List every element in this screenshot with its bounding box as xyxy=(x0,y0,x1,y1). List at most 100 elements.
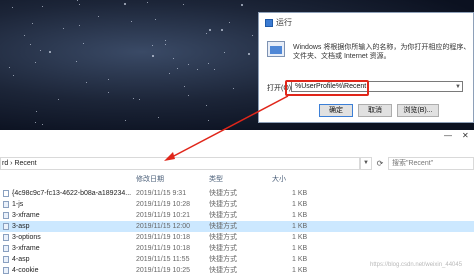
file-name: 1-js xyxy=(12,201,24,208)
star-decoration xyxy=(124,3,126,5)
file-name: 3-asp xyxy=(12,223,30,230)
star-decoration xyxy=(86,82,87,83)
column-size[interactable]: 大小 xyxy=(272,174,286,184)
file-type: 快捷方式 xyxy=(209,212,237,219)
file-date: 2019/11/19 10:25 xyxy=(136,267,190,274)
table-row[interactable]: 3-options 2019/11/19 10:18 快捷方式 1 KB xyxy=(0,232,474,243)
table-row[interactable]: 1-js 2019/11/19 10:28 快捷方式 1 KB xyxy=(0,199,474,210)
run-description-line1: Windows 将根据你所输入的名称，为你打开相应的程序、 xyxy=(293,44,471,51)
file-date: 2019/11/15 9:31 xyxy=(136,190,187,197)
shortcut-icon xyxy=(3,201,9,208)
table-row[interactable]: 3-xframe 2019/11/19 10:21 快捷方式 1 KB xyxy=(0,210,474,221)
file-type: 快捷方式 xyxy=(209,223,237,230)
file-date: 2019/11/15 12:00 xyxy=(136,223,190,230)
shortcut-icon xyxy=(3,212,9,219)
file-date: 2019/11/19 10:21 xyxy=(136,212,190,219)
star-decoration xyxy=(241,4,243,6)
star-decoration xyxy=(133,98,134,99)
star-decoration xyxy=(35,122,36,123)
file-date: 2019/11/19 10:28 xyxy=(136,201,190,208)
star-decoration xyxy=(252,35,253,36)
shortcut-icon xyxy=(3,256,9,263)
star-decoration xyxy=(152,45,153,46)
table-row[interactable]: {4c98c9c7-fc13-4622-b08a-a189234... 2019… xyxy=(0,188,474,199)
table-row[interactable]: 3-xframe 2019/11/19 10:18 快捷方式 1 KB xyxy=(0,243,474,254)
ok-button[interactable]: 确定 xyxy=(319,104,353,117)
star-decoration xyxy=(206,33,207,34)
star-decoration xyxy=(233,88,234,89)
file-type: 快捷方式 xyxy=(209,190,237,197)
star-decoration xyxy=(165,40,166,41)
star-decoration xyxy=(169,73,170,74)
table-row-selected[interactable]: 3-asp 2019/11/15 12:00 快捷方式 1 KB xyxy=(0,221,474,232)
file-name: 3-options xyxy=(12,234,41,241)
refresh-icon[interactable]: ⟳ xyxy=(374,157,386,170)
column-date[interactable]: 修改日期 xyxy=(136,174,164,184)
star-decoration xyxy=(9,67,10,68)
minimize-icon[interactable]: — xyxy=(444,131,452,140)
star-decoration xyxy=(188,95,189,96)
star-decoration xyxy=(24,35,25,36)
file-type: 快捷方式 xyxy=(209,245,237,252)
chevron-down-icon[interactable]: ▼ xyxy=(455,83,461,92)
file-size: 1 KB xyxy=(292,245,308,252)
address-bar[interactable]: rd › Recent xyxy=(0,157,360,170)
star-decoration xyxy=(165,44,166,45)
star-decoration xyxy=(108,92,109,93)
run-app-icon xyxy=(265,18,273,27)
star-decoration xyxy=(98,16,99,17)
run-description: Windows 将根据你所输入的名称，为你打开相应的程序、 文件夹、文档或 In… xyxy=(293,43,471,61)
star-decoration xyxy=(83,43,84,44)
file-name: 4-cookie xyxy=(12,267,39,274)
file-explorer-window: — ✕ rd › Recent ▼ ⟳ 搜索"Recent" 修改日期 类型 大… xyxy=(0,130,474,277)
cancel-button[interactable]: 取消 xyxy=(358,104,392,117)
star-decoration xyxy=(208,120,209,121)
star-decoration xyxy=(224,52,225,53)
close-icon[interactable]: ✕ xyxy=(462,131,469,140)
star-decoration xyxy=(12,7,13,8)
shortcut-icon xyxy=(3,267,9,274)
star-decoration xyxy=(155,19,156,20)
run-title-text: 运行 xyxy=(276,18,292,27)
file-name: 4-asp xyxy=(12,256,30,263)
star-decoration xyxy=(206,105,207,106)
chevron-down-icon[interactable]: ▼ xyxy=(360,157,372,170)
search-input[interactable]: 搜索"Recent" xyxy=(388,157,474,170)
file-size: 1 KB xyxy=(292,256,308,263)
run-description-line2: 文件夹、文档或 Internet 资源。 xyxy=(293,53,391,60)
browse-button[interactable]: 浏览(B)... xyxy=(397,104,439,117)
file-type: 快捷方式 xyxy=(209,201,237,208)
explorer-titlebar: — ✕ xyxy=(0,130,474,142)
star-decoration xyxy=(76,61,77,62)
star-decoration xyxy=(13,75,14,76)
file-icon xyxy=(3,190,9,197)
star-decoration xyxy=(58,99,59,100)
file-size: 1 KB xyxy=(292,267,308,274)
file-size: 1 KB xyxy=(292,223,308,230)
star-decoration xyxy=(139,99,140,100)
star-decoration xyxy=(209,29,211,31)
file-name: 3-xframe xyxy=(12,212,40,219)
star-decoration xyxy=(158,117,159,118)
file-type: 快捷方式 xyxy=(209,267,237,274)
column-type[interactable]: 类型 xyxy=(209,174,223,184)
star-decoration xyxy=(173,58,174,59)
column-header: 修改日期 类型 大小 xyxy=(0,174,474,184)
file-size: 1 KB xyxy=(292,234,308,241)
star-decoration xyxy=(32,23,33,24)
star-decoration xyxy=(77,0,78,1)
star-decoration xyxy=(108,79,109,80)
star-decoration xyxy=(35,62,36,63)
file-type: 快捷方式 xyxy=(209,234,237,241)
star-decoration xyxy=(79,4,80,5)
star-decoration xyxy=(208,63,209,64)
file-name: 3-xframe xyxy=(12,245,40,252)
star-decoration xyxy=(131,21,132,22)
star-decoration xyxy=(30,44,31,45)
star-decoration xyxy=(229,22,230,23)
star-decoration xyxy=(79,25,80,26)
shortcut-icon xyxy=(3,234,9,241)
run-title: 运行 xyxy=(265,17,292,28)
run-program-icon xyxy=(267,41,285,57)
star-decoration xyxy=(248,53,250,55)
